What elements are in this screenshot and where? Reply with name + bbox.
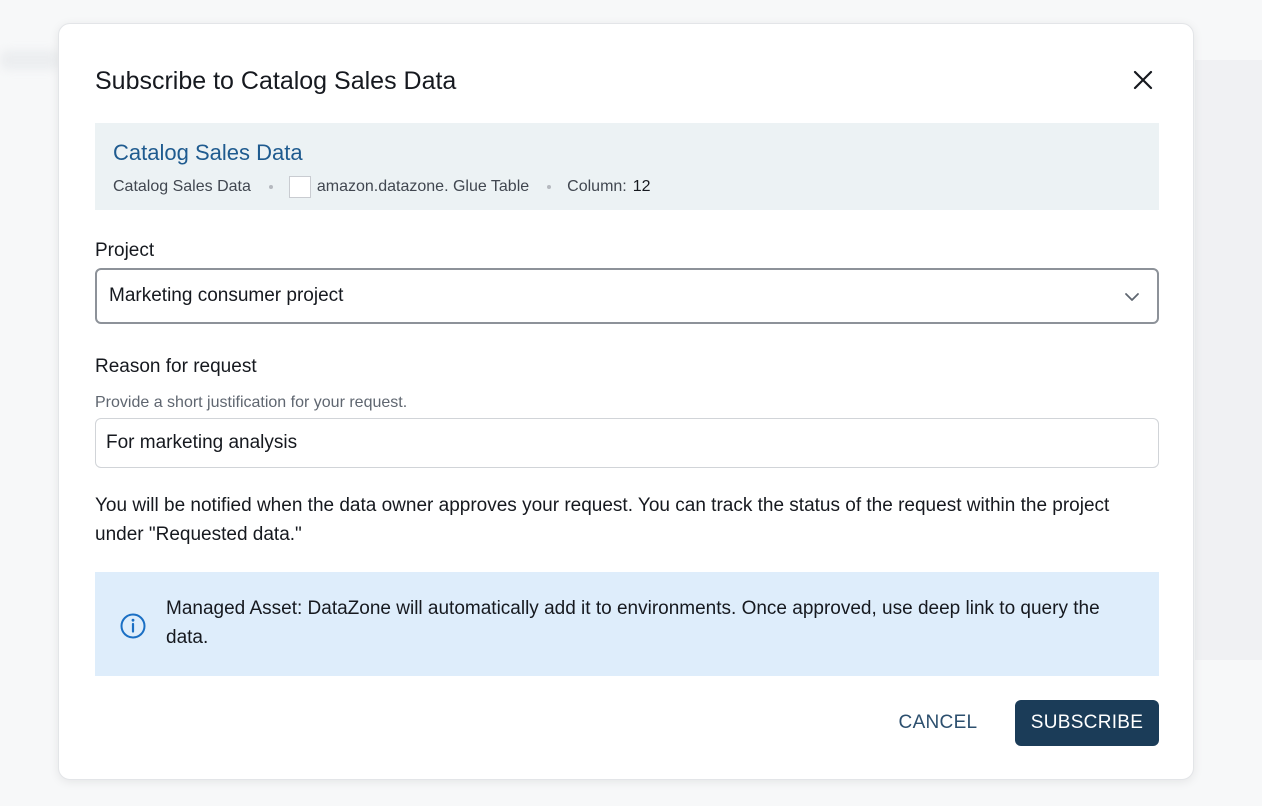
separator-dot [268, 185, 273, 189]
asset-source: Catalog Sales Data [113, 178, 251, 195]
column-count-label: Column: [567, 178, 627, 195]
reason-hint: Provide a short justification for your r… [95, 394, 408, 411]
project-select[interactable]: Marketing consumer project [95, 268, 1159, 324]
cancel-button[interactable]: CANCEL [883, 700, 993, 746]
chevron-down-icon [1125, 293, 1139, 301]
asset-summary-card: Catalog Sales Data Catalog Sales Data am… [95, 123, 1159, 210]
info-alert: Managed Asset: DataZone will automatical… [95, 572, 1159, 676]
info-alert-text: Managed Asset: DataZone will automatical… [166, 598, 1100, 648]
backdrop-blur [0, 50, 60, 70]
project-selected-value: Marketing consumer project [109, 285, 344, 306]
asset-type: amazon.datazone. Glue Table [316, 178, 530, 195]
project-label: Project [95, 240, 155, 261]
subscribe-button[interactable]: SUBSCRIBE [1015, 700, 1159, 746]
close-icon [1133, 70, 1153, 90]
asset-meta: Catalog Sales Data amazon.datazone. Glue… [113, 175, 651, 199]
reason-label: Reason for request [95, 356, 257, 377]
close-button[interactable] [1129, 66, 1157, 94]
reason-input[interactable] [95, 418, 1159, 468]
notification-message: You will be notified when the data owner… [95, 495, 1110, 545]
asset-type-icon [288, 176, 311, 198]
separator-dot [547, 185, 552, 189]
dialog-title: Subscribe to Catalog Sales Data [95, 67, 457, 95]
column-count-value: 12 [632, 178, 651, 195]
backdrop-blur [1195, 60, 1262, 660]
asset-name-link[interactable]: Catalog Sales Data [113, 140, 303, 166]
info-icon [120, 613, 146, 639]
subscribe-dialog: Subscribe to Catalog Sales Data Catalog … [58, 23, 1194, 780]
